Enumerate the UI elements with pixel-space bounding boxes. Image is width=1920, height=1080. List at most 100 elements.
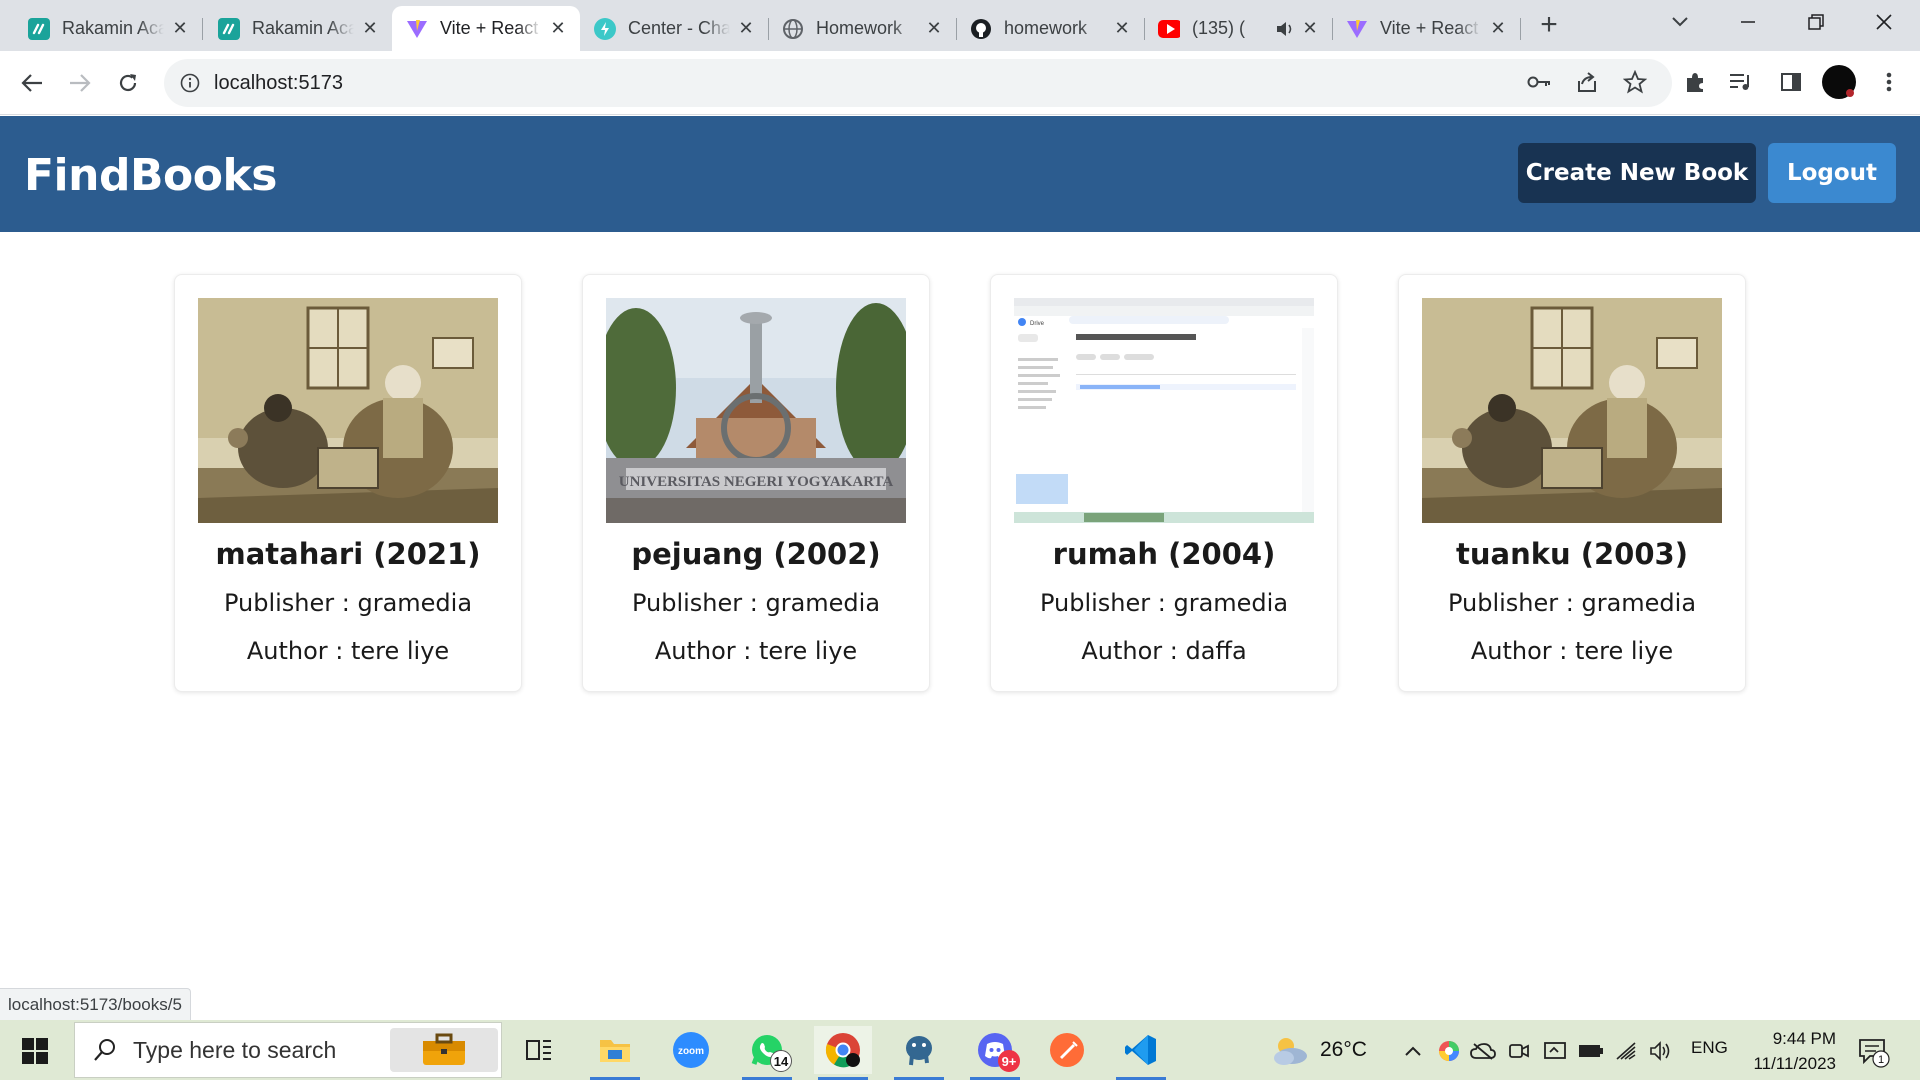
color-wheel-icon[interactable]: [1436, 1038, 1462, 1064]
github-icon: [970, 18, 992, 40]
tab-separator: [202, 18, 203, 40]
vscode-icon[interactable]: [1112, 1026, 1170, 1080]
side-panel-icon[interactable]: [1776, 67, 1806, 97]
tab-chakra[interactable]: Center - Chakra UI ✕: [580, 6, 769, 51]
whatsapp-icon[interactable]: 14: [738, 1026, 796, 1080]
svg-text:zoom: zoom: [678, 1046, 704, 1057]
zoom-icon[interactable]: zoom: [662, 1026, 720, 1074]
tab-title: (135) (: [1192, 18, 1246, 38]
tab-title: Rakamin Academy: [62, 18, 164, 38]
close-tab-icon[interactable]: ✕: [360, 18, 380, 39]
tab-homework[interactable]: Homework ✕: [768, 6, 957, 51]
close-tab-icon[interactable]: ✕: [1300, 18, 1320, 39]
restore-icon[interactable]: [1786, 0, 1846, 44]
book-card[interactable]: Drive rumah (2004) Publisher : gramedia: [990, 274, 1338, 692]
book-author: Author : daffa: [1081, 637, 1247, 665]
close-tab-icon[interactable]: ✕: [548, 18, 568, 39]
key-icon[interactable]: [1524, 67, 1554, 97]
close-tab-icon[interactable]: ✕: [924, 18, 944, 39]
media-control-icon[interactable]: [1726, 67, 1756, 97]
share-icon[interactable]: [1572, 67, 1602, 97]
bookmark-star-icon[interactable]: [1620, 67, 1650, 97]
tab-title: Vite + React: [440, 18, 539, 38]
device-status-icon[interactable]: [1542, 1038, 1568, 1064]
tab-title: Homework: [816, 18, 903, 38]
system-clock[interactable]: 9:44 PM 11/11/2023: [1740, 1026, 1836, 1076]
tab-search-chevron-icon[interactable]: [1650, 0, 1710, 44]
url-text[interactable]: localhost:5173: [214, 72, 343, 95]
task-view-icon[interactable]: [510, 1026, 568, 1074]
tab-youtube[interactable]: (135) ( ✕: [1144, 6, 1333, 51]
tab-title: Rakamin Academy: [252, 18, 354, 38]
book-publisher: Publisher : gramedia: [1447, 589, 1697, 617]
vite-icon: [406, 18, 428, 40]
notification-count: 1: [1878, 1054, 1884, 1066]
close-tab-icon[interactable]: ✕: [736, 18, 756, 39]
book-card[interactable]: tuanku (2003) Publisher : gramedia Autho…: [1398, 274, 1746, 692]
tab-title: homework: [1004, 18, 1088, 38]
site-info-icon[interactable]: [180, 73, 200, 93]
postman-icon[interactable]: [1038, 1026, 1096, 1074]
book-title: tuanku (2003): [1456, 537, 1688, 571]
notification-center-icon[interactable]: 1: [1856, 1034, 1890, 1068]
back-arrow-icon[interactable]: [14, 65, 50, 101]
clock-date: 11/11/2023: [1753, 1054, 1836, 1073]
clock-time: 9:44 PM: [1772, 1029, 1836, 1048]
book-cover-image: UNIVERSITAS NEGERI YOGYAKARTA: [606, 298, 906, 523]
close-tab-icon[interactable]: ✕: [1112, 18, 1132, 39]
book-publisher: Publisher : gramedia: [1039, 589, 1289, 617]
new-tab-button[interactable]: +: [1537, 10, 1561, 42]
search-icon: [93, 1038, 117, 1062]
profile-avatar[interactable]: [1822, 65, 1856, 99]
book-title: pejuang (2002): [631, 537, 881, 571]
close-tab-icon[interactable]: ✕: [170, 18, 190, 39]
more-vertical-icon[interactable]: [1874, 67, 1904, 97]
logout-button[interactable]: Logout: [1768, 143, 1896, 203]
camera-meeting-icon[interactable]: [1506, 1038, 1532, 1064]
tab-rakamin-2[interactable]: Rakamin Academy ✕: [204, 6, 393, 51]
tab-github[interactable]: homework ✕: [956, 6, 1145, 51]
volume-icon[interactable]: [1648, 1038, 1674, 1064]
discord-icon[interactable]: 9+: [966, 1026, 1024, 1080]
reload-icon[interactable]: [110, 65, 146, 101]
close-window-icon[interactable]: [1854, 0, 1914, 44]
speaker-icon[interactable]: [1276, 21, 1294, 37]
postgresql-icon[interactable]: [890, 1026, 948, 1080]
windows-start-icon[interactable]: [12, 1034, 58, 1068]
wifi-icon[interactable]: [1614, 1038, 1640, 1064]
book-title: matahari (2021): [215, 537, 481, 571]
battery-icon[interactable]: [1578, 1038, 1604, 1064]
chevron-up-icon[interactable]: [1400, 1038, 1426, 1064]
book-author: Author : tere liye: [654, 637, 858, 665]
vite-icon: [1346, 18, 1368, 40]
extensions-puzzle-icon[interactable]: [1680, 67, 1710, 97]
language-indicator[interactable]: ENG: [1691, 1038, 1728, 1058]
tab-rakamin-1[interactable]: Rakamin Academy ✕: [14, 6, 203, 51]
tab-vite-2[interactable]: Vite + React ✕: [1332, 6, 1521, 51]
briefcase-icon[interactable]: [390, 1028, 498, 1072]
chakra-icon: [594, 17, 616, 40]
book-card[interactable]: UNIVERSITAS NEGERI YOGYAKARTA pejuang (2…: [582, 274, 930, 692]
windows-taskbar: Type here to search zoom 14 9+ 26°C ENG …: [0, 1020, 1920, 1080]
tab-title: Vite + React: [1380, 18, 1479, 38]
temperature-text: 26°C: [1320, 1038, 1367, 1061]
weather-widget[interactable]: 26°C: [1270, 1034, 1367, 1066]
book-card[interactable]: matahari (2021) Publisher : gramedia Aut…: [174, 274, 522, 692]
chrome-icon[interactable]: [814, 1026, 872, 1080]
close-tab-icon[interactable]: ✕: [1488, 18, 1508, 39]
drive-label: Drive: [1030, 321, 1045, 327]
browser-tab-strip: Rakamin Academy ✕ Rakamin Academy ✕ Vite…: [0, 0, 1920, 51]
minimize-icon[interactable]: [1718, 0, 1778, 44]
link-status-bubble: localhost:5173/books/5: [0, 988, 191, 1020]
create-new-book-button[interactable]: Create New Book: [1518, 143, 1756, 203]
tab-vite-active[interactable]: Vite + React ✕: [392, 6, 580, 51]
brand-logo[interactable]: FindBooks: [24, 150, 277, 201]
file-explorer-icon[interactable]: [586, 1026, 644, 1080]
whatsapp-badge: 14: [770, 1050, 792, 1072]
discord-badge: 9+: [998, 1050, 1020, 1072]
forward-arrow-icon[interactable]: [62, 65, 98, 101]
book-publisher: Publisher : gramedia: [631, 589, 881, 617]
book-author: Author : tere liye: [246, 637, 450, 665]
onedrive-cloud-icon[interactable]: [1470, 1038, 1496, 1064]
address-bar[interactable]: localhost:5173: [164, 59, 1672, 107]
